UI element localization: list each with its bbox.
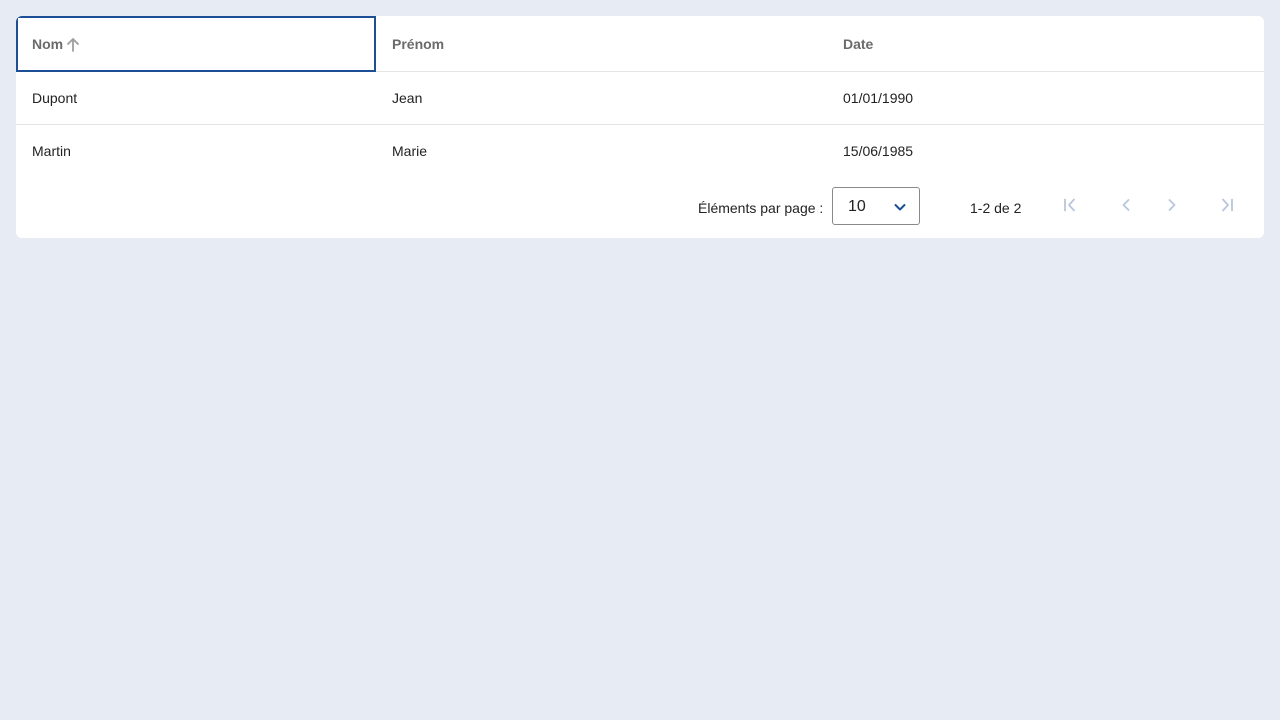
- items-per-page-label: Éléments par page :: [698, 200, 824, 216]
- cell-prenom: Jean: [392, 90, 423, 106]
- first-page-button[interactable]: [1053, 189, 1087, 223]
- table-row: Martin Marie 15/06/1985: [16, 125, 1264, 177]
- data-table: Nom Prénom Date Dupont Jean 01/01/1990 M…: [16, 16, 1264, 177]
- paginator: Éléments par page : 10 1-2 de 2: [16, 180, 1264, 238]
- page-size-select[interactable]: 10: [832, 187, 920, 225]
- chevron-left-icon: [1117, 196, 1135, 217]
- last-page-button[interactable]: [1210, 189, 1244, 223]
- last-page-icon: [1218, 196, 1236, 217]
- cell-nom: Dupont: [32, 90, 78, 106]
- column-header-label: Nom: [32, 36, 64, 52]
- chevron-down-icon: [893, 200, 907, 214]
- column-header-date[interactable]: Date: [826, 16, 1264, 71]
- next-page-button[interactable]: [1155, 189, 1189, 223]
- table-row: Dupont Jean 01/01/1990: [16, 72, 1264, 125]
- table-header-row: Nom Prénom Date: [16, 16, 1264, 72]
- cell-date: 01/01/1990: [843, 90, 914, 106]
- column-header-label: Prénom: [392, 35, 445, 52]
- table-card: Nom Prénom Date Dupont Jean 01/01/1990 M…: [16, 16, 1264, 238]
- cell-prenom: Marie: [392, 143, 428, 159]
- chevron-right-icon: [1163, 196, 1181, 217]
- column-header-nom[interactable]: Nom: [16, 16, 376, 72]
- cell-nom: Martin: [32, 143, 71, 159]
- column-header-prenom[interactable]: Prénom: [376, 16, 826, 71]
- column-header-label: Date: [843, 35, 874, 52]
- page-range-label: 1-2 de 2: [970, 200, 1022, 216]
- page-size-value: 10: [848, 198, 866, 215]
- cell-date: 15/06/1985: [843, 143, 914, 159]
- previous-page-button[interactable]: [1109, 189, 1143, 223]
- arrow-up-icon: [64, 36, 82, 54]
- first-page-icon: [1061, 196, 1079, 217]
